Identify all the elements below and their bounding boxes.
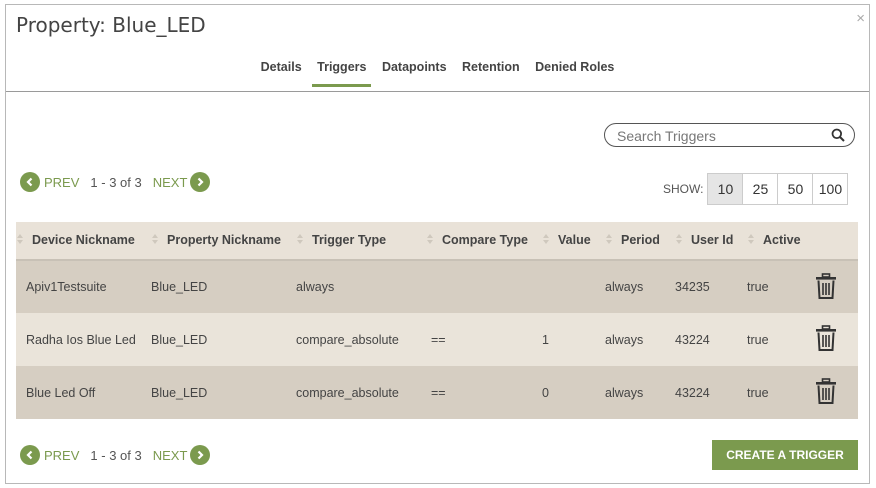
cell-trigger-type: compare_absolute <box>296 385 399 400</box>
trash-icon[interactable] <box>815 272 837 299</box>
cell-delete <box>815 366 858 419</box>
page-size-50[interactable]: 50 <box>777 173 814 205</box>
page-range: 1 - 3 of 3 <box>90 174 142 190</box>
prev-link[interactable]: PREV <box>44 175 79 190</box>
col-property-nickname[interactable]: Property Nickname <box>151 222 296 260</box>
cell-compare-type: == <box>431 332 446 347</box>
sort-icon <box>675 233 683 248</box>
tab-bar: Details Triggers Datapoints Retention De… <box>6 60 869 87</box>
tab-datapoints[interactable]: Datapoints <box>377 60 452 87</box>
page-range: 1 - 3 of 3 <box>90 447 142 463</box>
next-arrow-icon[interactable] <box>190 445 211 465</box>
col-trigger-type[interactable]: Trigger Type <box>296 222 426 260</box>
sort-icon <box>605 233 613 248</box>
pagination-top: PREV 1 - 3 of 3 NEXT <box>20 172 211 192</box>
cell-user-id: 43224 <box>675 385 710 400</box>
cell-compare-type: == <box>431 385 446 400</box>
cell-property: Blue_LED <box>151 332 208 347</box>
cell-value: 0 <box>542 385 549 400</box>
sort-icon <box>426 233 434 248</box>
cell-property: Blue_LED <box>151 385 208 400</box>
trash-icon[interactable] <box>815 325 837 351</box>
col-active[interactable]: Active <box>747 222 815 260</box>
sort-icon <box>16 233 24 248</box>
cell-trigger-type: compare_absolute <box>296 332 399 347</box>
col-value[interactable]: Value <box>542 222 605 260</box>
prev-arrow-icon[interactable] <box>20 172 40 192</box>
tab-retention[interactable]: Retention <box>457 60 525 87</box>
next-link[interactable]: NEXT <box>153 448 188 463</box>
trash-icon[interactable] <box>815 378 837 404</box>
col-compare-type[interactable]: Compare Type <box>426 222 542 260</box>
cell-delete <box>815 313 858 366</box>
triggers-table: Device Nickname Property Nickname Trigge… <box>16 222 858 419</box>
table-row: Blue Led Off Blue_LED compare_absolute =… <box>16 366 858 419</box>
cell-property: Blue_LED <box>151 280 208 294</box>
col-device-nickname[interactable]: Device Nickname <box>16 222 151 260</box>
dialog-header: Property: Blue_LED × Details Triggers Da… <box>6 5 869 92</box>
show-label: SHOW: <box>663 182 704 196</box>
page-size-10[interactable]: 10 <box>707 173 744 205</box>
cell-period: always <box>605 385 644 400</box>
property-dialog: Property: Blue_LED × Details Triggers Da… <box>5 4 870 484</box>
prev-arrow-icon[interactable] <box>20 445 40 465</box>
page-size-25[interactable]: 25 <box>742 173 779 205</box>
table-row: Apiv1Testsuite Blue_LED always always 34… <box>16 260 858 313</box>
cell-device: Blue Led Off <box>26 385 96 400</box>
dialog-title: Property: Blue_LED <box>16 13 206 37</box>
cell-user-id: 43224 <box>675 332 710 347</box>
search-box <box>604 123 855 147</box>
cell-delete <box>815 260 858 313</box>
next-link[interactable]: NEXT <box>153 175 188 190</box>
page-size-selector: SHOW: 10 25 50 100 <box>663 173 849 205</box>
col-user-id[interactable]: User Id <box>675 222 747 260</box>
search-input[interactable] <box>615 127 819 145</box>
cell-compare-type <box>426 260 542 313</box>
table-row: Radha Ios Blue Led Blue_LED compare_abso… <box>16 313 858 366</box>
sort-icon <box>747 233 755 248</box>
cell-active: true <box>747 385 769 400</box>
cell-period: always <box>605 280 644 294</box>
next-arrow-icon[interactable] <box>190 172 211 192</box>
cell-active: true <box>747 280 769 294</box>
page-size-100[interactable]: 100 <box>812 173 849 205</box>
cell-device: Apiv1Testsuite <box>26 280 107 294</box>
col-period[interactable]: Period <box>605 222 675 260</box>
cell-value <box>542 260 605 313</box>
pagination-bottom: PREV 1 - 3 of 3 NEXT <box>20 445 211 465</box>
sort-icon <box>296 233 304 248</box>
cell-user-id: 34235 <box>675 280 710 294</box>
sort-icon <box>542 233 550 248</box>
search-icon[interactable] <box>831 128 845 142</box>
cell-active: true <box>747 332 769 347</box>
cell-period: always <box>605 332 644 347</box>
table-header-row: Device Nickname Property Nickname Trigge… <box>16 222 858 260</box>
sort-icon <box>151 233 159 248</box>
cell-device: Radha Ios Blue Led <box>26 332 136 347</box>
col-actions <box>815 222 858 260</box>
tab-triggers[interactable]: Triggers <box>312 60 372 87</box>
close-icon[interactable]: × <box>856 10 865 27</box>
tab-details[interactable]: Details <box>256 60 307 87</box>
create-trigger-button[interactable]: CREATE A TRIGGER <box>712 440 858 470</box>
prev-link[interactable]: PREV <box>44 448 79 463</box>
tab-denied-roles[interactable]: Denied Roles <box>530 60 619 87</box>
cell-value: 1 <box>542 332 549 347</box>
cell-trigger-type: always <box>296 280 335 294</box>
